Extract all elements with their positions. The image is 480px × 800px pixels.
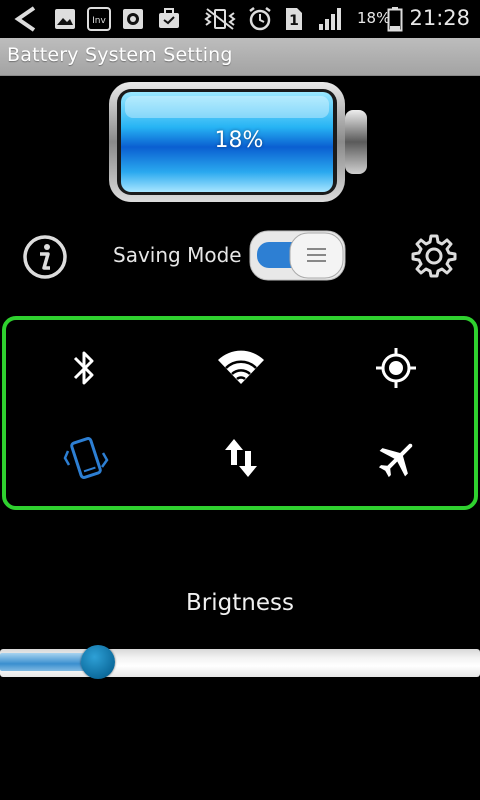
battery-icon (385, 5, 405, 33)
inv-app-icon: Inv (85, 5, 113, 33)
svg-text:1: 1 (289, 13, 299, 29)
airplane-mode-toggle[interactable] (370, 430, 426, 486)
location-icon (376, 348, 416, 388)
back-arrow-icon[interactable] (8, 5, 42, 33)
sim-card-icon: 1 (282, 5, 306, 33)
vibrate-phone-icon (63, 437, 109, 479)
gear-icon (411, 234, 457, 278)
airplane-icon (378, 443, 413, 478)
title-bar: Battery System Setting (0, 38, 480, 76)
quick-toggle-panel (2, 316, 478, 510)
info-button[interactable] (22, 234, 68, 280)
mute-vibrate-icon (202, 5, 238, 33)
vibrate-toggle[interactable] (58, 430, 114, 486)
slider-thumb[interactable] (81, 645, 115, 679)
alarm-icon (246, 5, 274, 33)
wifi-icon (218, 350, 264, 384)
brightness-slider[interactable] (0, 640, 480, 684)
signal-icon (316, 5, 346, 33)
battery-level-label: 18% (214, 128, 264, 153)
mobile-data-toggle[interactable] (213, 430, 269, 486)
bluetooth-toggle[interactable] (56, 340, 112, 396)
record-icon (120, 5, 146, 33)
brightness-label: Brigtness (186, 590, 294, 616)
svg-text:Inv: Inv (92, 16, 106, 26)
page-title: Battery System Setting (7, 44, 233, 66)
status-bar: Inv 1 18% 21:28 (0, 0, 480, 38)
settings-button[interactable] (410, 232, 458, 280)
saving-mode-toggle[interactable] (249, 230, 346, 281)
saving-mode-label: Saving Mode (113, 243, 242, 267)
gps-toggle[interactable] (368, 340, 424, 396)
wifi-toggle[interactable] (213, 340, 269, 396)
data-transfer-icon (225, 439, 257, 477)
status-time: 21:28 (409, 6, 470, 30)
bluetooth-icon (73, 351, 94, 385)
info-icon (23, 235, 67, 279)
gallery-icon (52, 5, 78, 33)
briefcase-icon (156, 5, 182, 33)
